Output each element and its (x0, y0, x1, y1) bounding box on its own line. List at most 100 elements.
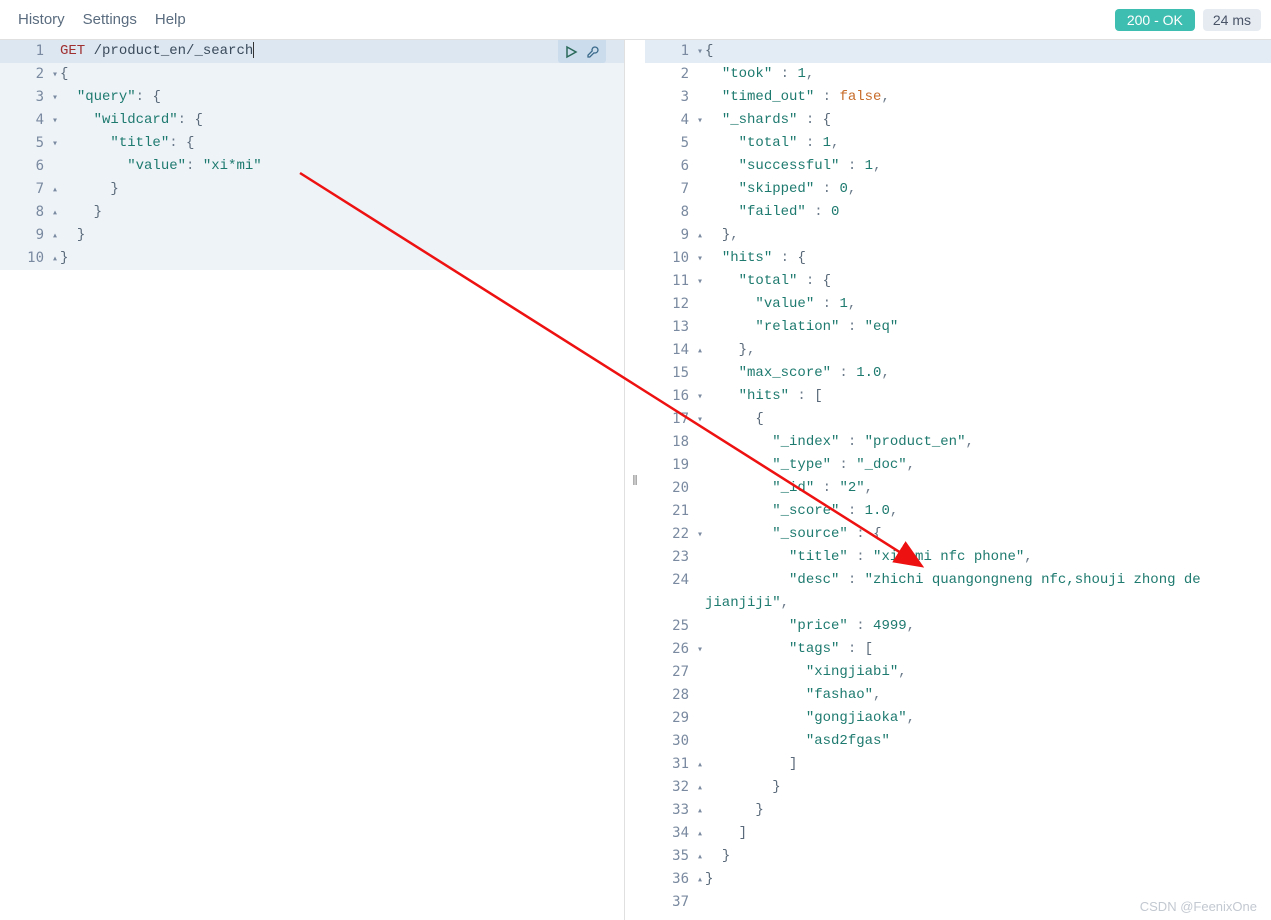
code-line: } (705, 845, 1271, 868)
line-number: 2▾ (0, 63, 60, 86)
code-line: "xingjiabi", (705, 661, 1271, 684)
code-line: ] (705, 822, 1271, 845)
line-number: 4▾ (645, 109, 705, 132)
menu-group: History Settings Help (10, 11, 186, 28)
line-number: 1 (0, 40, 60, 63)
fold-toggle-icon[interactable]: ▾ (697, 385, 703, 408)
fold-toggle-icon[interactable]: ▴ (52, 178, 58, 201)
fold-toggle-icon[interactable]: ▴ (697, 822, 703, 845)
line-number: 1▾ (645, 40, 705, 63)
line-number: 11▾ (645, 270, 705, 293)
fold-toggle-icon[interactable]: ▾ (697, 109, 703, 132)
fold-toggle-icon[interactable]: ▾ (697, 40, 703, 63)
line-number: 37 (645, 891, 705, 914)
code-line: ] (705, 753, 1271, 776)
watermark-text: CSDN @FeenixOne (1140, 899, 1257, 914)
http-status-badge: 200 - OK (1115, 9, 1195, 31)
fold-toggle-icon[interactable]: ▴ (697, 799, 703, 822)
code-line[interactable]: GET /product_en/_search (60, 40, 624, 63)
line-number: 12 (645, 293, 705, 316)
code-line: { (705, 40, 1271, 63)
code-line[interactable]: { (60, 63, 624, 86)
fold-toggle-icon[interactable]: ▴ (697, 339, 703, 362)
code-line: "successful" : 1, (705, 155, 1271, 178)
fold-toggle-icon[interactable]: ▴ (52, 224, 58, 247)
code-line[interactable]: } (60, 178, 624, 201)
fold-toggle-icon[interactable]: ▾ (697, 408, 703, 431)
fold-toggle-icon[interactable]: ▾ (697, 523, 703, 546)
line-number: 26▾ (645, 638, 705, 661)
code-line: "fashao", (705, 684, 1271, 707)
code-line[interactable]: "value": "xi*mi" (60, 155, 624, 178)
code-line: "_source" : { (705, 523, 1271, 546)
line-number: 35▴ (645, 845, 705, 868)
code-line[interactable]: } (60, 201, 624, 224)
fold-toggle-icon[interactable]: ▾ (52, 109, 58, 132)
code-line: "price" : 4999, (705, 615, 1271, 638)
line-number: 10▴ (0, 247, 60, 270)
line-number: 5▾ (0, 132, 60, 155)
fold-toggle-icon[interactable]: ▴ (697, 845, 703, 868)
menu-history[interactable]: History (18, 11, 65, 28)
fold-toggle-icon[interactable]: ▾ (52, 63, 58, 86)
fold-toggle-icon[interactable]: ▴ (697, 776, 703, 799)
request-editor-pane[interactable]: 1GET /product_en/_search 2▾{ 3▾ "query":… (0, 40, 625, 920)
code-line: "_index" : "product_en", (705, 431, 1271, 454)
fold-toggle-icon[interactable]: ▴ (52, 201, 58, 224)
code-line: "relation" : "eq" (705, 316, 1271, 339)
line-number: 7▴ (0, 178, 60, 201)
line-number: 2 (645, 63, 705, 86)
code-line: "hits" : { (705, 247, 1271, 270)
code-line: }, (705, 339, 1271, 362)
line-number: 14▴ (645, 339, 705, 362)
menu-help[interactable]: Help (155, 11, 186, 28)
line-number: 20 (645, 477, 705, 500)
line-number: 25 (645, 615, 705, 638)
code-line: "total" : 1, (705, 132, 1271, 155)
line-number: 22▾ (645, 523, 705, 546)
pane-divider-handle[interactable]: ‖ (625, 40, 645, 920)
line-number: 3 (645, 86, 705, 109)
fold-toggle-icon[interactable]: ▾ (52, 86, 58, 109)
code-line: "gongjiaoka", (705, 707, 1271, 730)
code-line[interactable]: } (60, 224, 624, 247)
code-line: "value" : 1, (705, 293, 1271, 316)
line-number: 33▴ (645, 799, 705, 822)
fold-toggle-icon[interactable]: ▴ (697, 868, 703, 891)
code-line: "_type" : "_doc", (705, 454, 1271, 477)
code-line[interactable]: "wildcard": { (60, 109, 624, 132)
code-line: } (705, 868, 1271, 891)
line-number: 34▴ (645, 822, 705, 845)
code-line: } (705, 776, 1271, 799)
fold-toggle-icon[interactable]: ▾ (697, 270, 703, 293)
code-line: "tags" : [ (705, 638, 1271, 661)
line-number: 23 (645, 546, 705, 569)
wrench-icon[interactable] (586, 45, 600, 59)
code-line: "desc" : "zhichi quangongneng nfc,shouji… (705, 569, 1271, 615)
line-number: 10▾ (645, 247, 705, 270)
code-line: "_shards" : { (705, 109, 1271, 132)
code-line: } (705, 799, 1271, 822)
run-request-icon[interactable] (564, 45, 578, 59)
fold-toggle-icon[interactable]: ▴ (697, 753, 703, 776)
fold-toggle-icon[interactable]: ▾ (52, 132, 58, 155)
line-number: 36▴ (645, 868, 705, 891)
line-number: 24 (645, 569, 705, 615)
line-number: 29 (645, 707, 705, 730)
code-line: "title" : "xiaomi nfc phone", (705, 546, 1271, 569)
code-line[interactable]: } (60, 247, 624, 270)
menu-settings[interactable]: Settings (83, 11, 137, 28)
code-line[interactable]: "query": { (60, 86, 624, 109)
fold-toggle-icon[interactable]: ▾ (697, 638, 703, 661)
line-number: 5 (645, 132, 705, 155)
timing-badge: 24 ms (1203, 9, 1261, 31)
fold-toggle-icon[interactable]: ▾ (697, 247, 703, 270)
line-number: 21 (645, 500, 705, 523)
line-number: 8 (645, 201, 705, 224)
response-viewer-pane[interactable]: 1▾{ 2 "took" : 1, 3 "timed_out" : false,… (645, 40, 1271, 920)
code-line[interactable]: "title": { (60, 132, 624, 155)
fold-toggle-icon[interactable]: ▴ (697, 224, 703, 247)
status-group: 200 - OK 24 ms (1115, 9, 1261, 31)
fold-toggle-icon[interactable]: ▴ (52, 247, 58, 270)
line-number: 19 (645, 454, 705, 477)
